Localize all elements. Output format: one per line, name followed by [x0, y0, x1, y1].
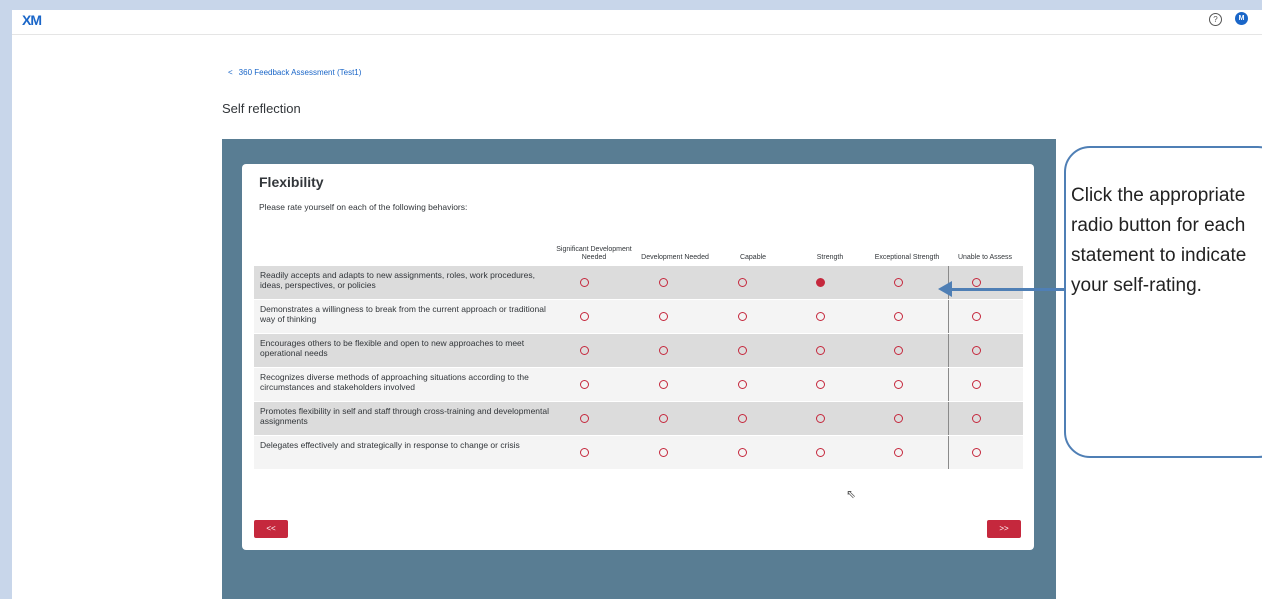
rating-radio-button[interactable] [972, 380, 981, 389]
breadcrumb-link[interactable]: 360 Feedback Assessment (Test1) [239, 68, 362, 77]
rating-radio-button[interactable] [894, 346, 903, 355]
rating-radio-button[interactable] [738, 414, 747, 423]
rating-radio-button[interactable] [972, 448, 981, 457]
rating-radio-button[interactable] [894, 448, 903, 457]
column-header: Strength [816, 254, 844, 261]
column-header: Development Needed [641, 254, 709, 261]
column-divider [948, 334, 949, 367]
chevron-left-icon: < [228, 68, 233, 77]
rating-radio-button[interactable] [738, 278, 747, 287]
rating-radio-button[interactable] [659, 312, 668, 321]
rating-radio-button[interactable] [972, 346, 981, 355]
table-row: Encourages others to be flexible and ope… [254, 334, 1023, 368]
rating-radio-button[interactable] [738, 346, 747, 355]
section-title: Flexibility [259, 174, 324, 190]
column-divider [948, 402, 949, 435]
callout-text: Click the appropriate radio button for e… [1071, 185, 1247, 296]
callout-arrow-icon [938, 281, 952, 297]
rating-radio-button[interactable] [816, 380, 825, 389]
window-frame-top [0, 0, 1262, 10]
callout-arrow-line [950, 288, 1064, 291]
rating-radio-button[interactable] [738, 380, 747, 389]
rating-radio-button[interactable] [580, 448, 589, 457]
column-divider [948, 300, 949, 333]
rating-radio-button[interactable] [580, 380, 589, 389]
table-row: Delegates effectively and strategically … [254, 436, 1023, 470]
top-bar: XM ? M [12, 10, 1262, 35]
page-title: Self reflection [222, 101, 301, 116]
column-header: Capable [739, 254, 767, 261]
rating-radio-button[interactable] [816, 414, 825, 423]
survey-card: Flexibility Please rate yourself on each… [242, 164, 1034, 550]
rating-radio-button[interactable] [972, 278, 981, 287]
rating-radio-button[interactable] [738, 448, 747, 457]
table-row: Promotes flexibility in self and staff t… [254, 402, 1023, 436]
rating-radio-button[interactable] [816, 312, 825, 321]
rating-radio-button[interactable] [659, 278, 668, 287]
avatar[interactable]: M [1235, 12, 1248, 25]
xm-logo[interactable]: XM [22, 12, 42, 28]
rating-radio-button[interactable] [580, 414, 589, 423]
rating-radio-button[interactable] [816, 346, 825, 355]
next-button[interactable]: >> [987, 520, 1021, 538]
breadcrumb[interactable]: <360 Feedback Assessment (Test1) [228, 68, 361, 77]
rating-radio-button[interactable] [894, 380, 903, 389]
column-header: Exceptional Strength [874, 254, 940, 261]
window-frame-left [0, 0, 12, 599]
column-header: Unable to Assess [957, 254, 1013, 261]
rating-radio-button[interactable] [972, 414, 981, 423]
statement-text: Readily accepts and adapts to new assign… [260, 270, 535, 290]
rating-radio-button[interactable] [659, 414, 668, 423]
rating-radio-button[interactable] [580, 312, 589, 321]
rating-radio-button[interactable] [816, 278, 825, 287]
statement-text: Recognizes diverse methods of approachin… [260, 372, 529, 392]
rating-radio-button[interactable] [580, 346, 589, 355]
statement-text: Delegates effectively and strategically … [260, 440, 520, 450]
statement-text: Encourages others to be flexible and ope… [260, 338, 525, 358]
rating-radio-button[interactable] [894, 312, 903, 321]
previous-button[interactable]: << [254, 520, 288, 538]
table-row: Demonstrates a willingness to break from… [254, 300, 1023, 334]
table-row: Recognizes diverse methods of approachin… [254, 368, 1023, 402]
column-divider [948, 436, 949, 469]
instructions-text: Please rate yourself on each of the foll… [259, 202, 468, 212]
rating-radio-button[interactable] [894, 278, 903, 287]
rating-radio-button[interactable] [816, 448, 825, 457]
rating-radio-button[interactable] [580, 278, 589, 287]
statement-text: Demonstrates a willingness to break from… [260, 304, 546, 324]
rating-radio-button[interactable] [894, 414, 903, 423]
rating-radio-button[interactable] [659, 346, 668, 355]
rating-radio-button[interactable] [738, 312, 747, 321]
column-divider [948, 368, 949, 401]
column-header: Significant Development Needed [556, 246, 632, 261]
rating-radio-button[interactable] [659, 448, 668, 457]
rating-matrix: Readily accepts and adapts to new assign… [254, 266, 1023, 470]
table-row: Readily accepts and adapts to new assign… [254, 266, 1023, 300]
statement-text: Promotes flexibility in self and staff t… [260, 406, 549, 426]
rating-radio-button[interactable] [972, 312, 981, 321]
rating-radio-button[interactable] [659, 380, 668, 389]
help-icon[interactable]: ? [1209, 13, 1222, 26]
mouse-cursor-icon: ⇖ [846, 487, 857, 501]
